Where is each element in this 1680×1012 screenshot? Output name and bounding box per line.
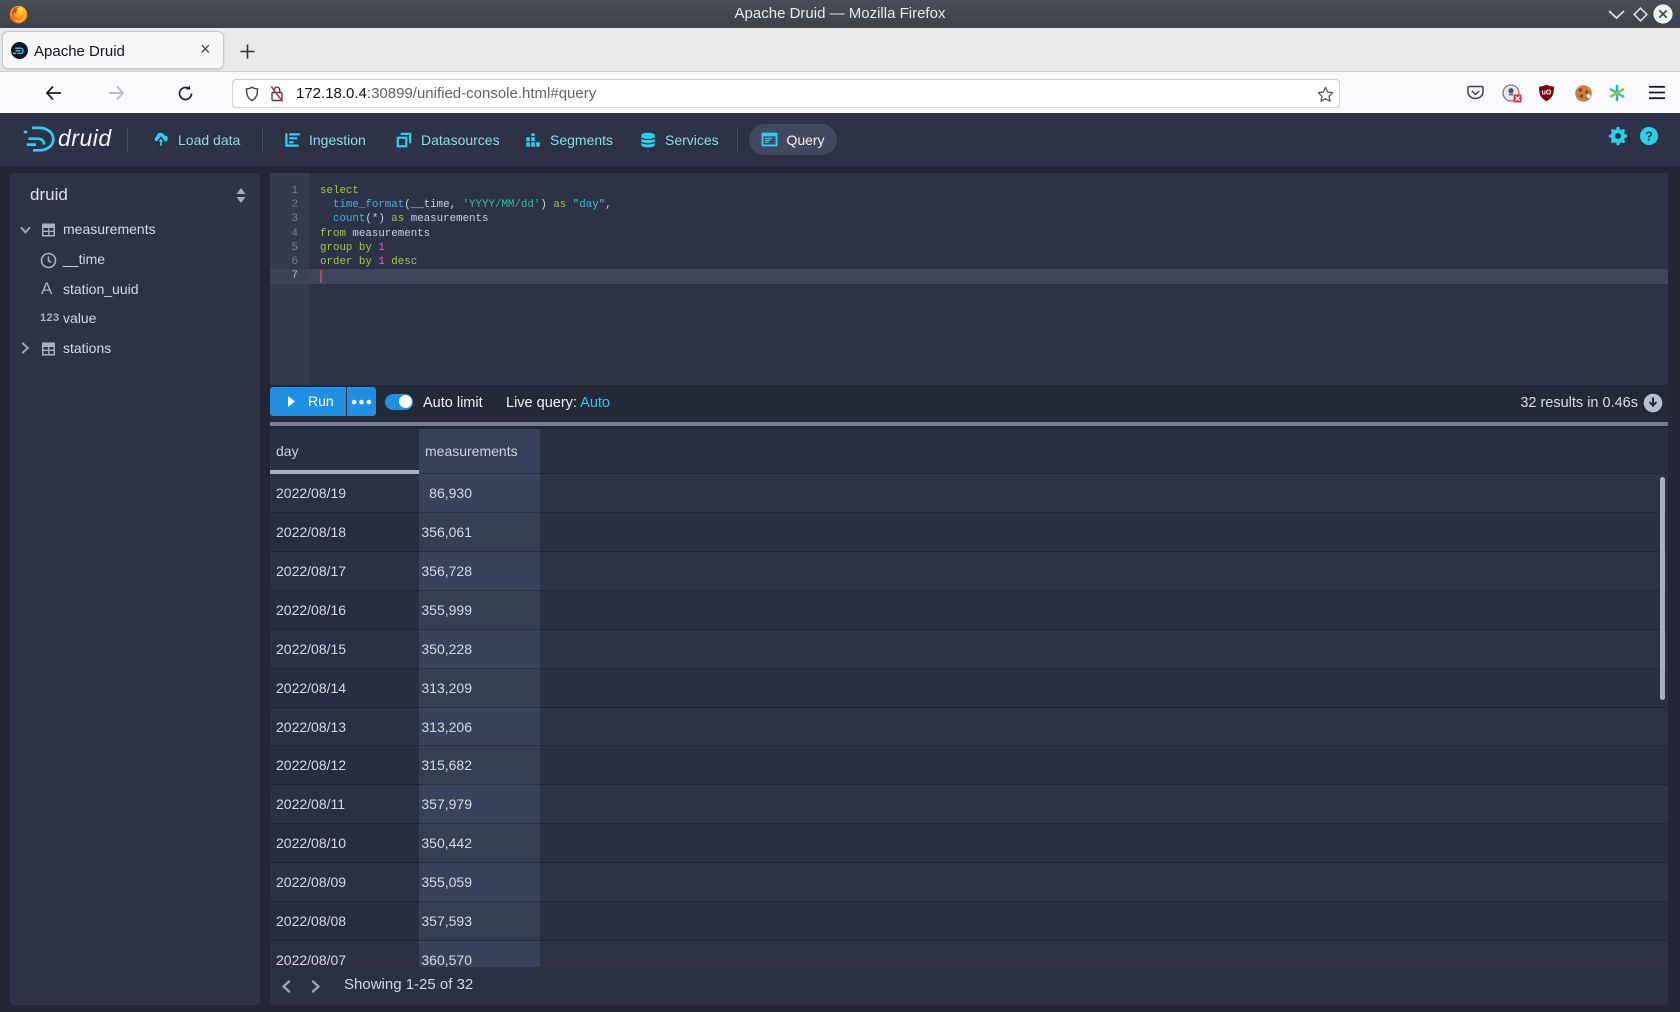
svg-text:uO: uO bbox=[1542, 90, 1552, 97]
svg-text:?: ? bbox=[1645, 129, 1653, 144]
